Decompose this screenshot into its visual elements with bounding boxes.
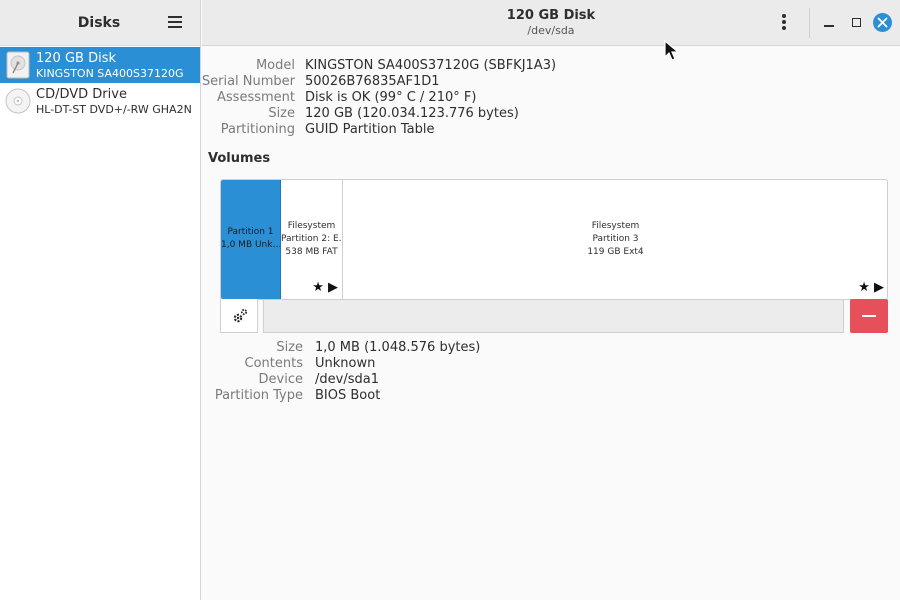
pinfo-row-contents: Contents Unknown <box>202 356 802 372</box>
drive-list: 120 GB Disk KINGSTON SA400S37120G CD/DVD… <box>0 47 200 119</box>
drive-item-cd-dvd-drive[interactable]: CD/DVD Drive HL-DT-ST DVD+/-RW GHA2N <box>0 83 200 119</box>
info-value: Disk is OK (99° C / 210° F) <box>305 90 477 105</box>
mount-status-icons: ★ ▶ <box>312 280 338 295</box>
sidebar-header: Disks <box>0 0 200 46</box>
partition-label: Partition 1 <box>227 227 274 237</box>
gears-icon <box>233 308 248 323</box>
info-row-serial: Serial Number 50026B76835AF1D1 <box>202 74 802 90</box>
partition-options-button[interactable] <box>220 299 258 333</box>
sidebar: Disks 120 GB Disk KINGSTON SA400S37120G … <box>0 0 201 600</box>
maximize-icon[interactable] <box>848 14 866 32</box>
info-value: 120 GB (120.034.123.776 bytes) <box>305 106 519 121</box>
partition-2-block[interactable]: Filesystem Partition 2: E… 538 MB FAT ★ … <box>281 180 343 299</box>
partition-detail: 1,0 MB Unk… <box>221 240 280 250</box>
toolbar-spacer <box>263 299 844 333</box>
more-options-icon[interactable] <box>777 12 791 34</box>
disk-info: Model KINGSTON SA400S37120G (SBFKJ1A3) S… <box>202 58 802 138</box>
mouse-pointer-icon <box>664 40 680 61</box>
pinfo-row-type: Partition Type BIOS Boot <box>202 388 802 404</box>
disk-subtitle: /dev/sda <box>527 24 575 37</box>
hamburger-menu-icon[interactable] <box>166 14 184 32</box>
close-icon[interactable] <box>873 13 892 32</box>
disk-title: 120 GB Disk <box>506 8 596 23</box>
info-label: Partition Type <box>214 388 303 403</box>
info-label: Size <box>276 340 303 355</box>
drive-name: 120 GB Disk <box>36 51 116 66</box>
partition-1-block[interactable]: Partition 1 1,0 MB Unk… <box>221 180 281 299</box>
partition-label: Filesystem <box>287 221 336 231</box>
mount-status-icons: ★ ▶ <box>858 280 884 295</box>
partition-size: 119 GB Ext4 <box>587 247 644 257</box>
info-label: Device <box>258 372 303 387</box>
header-separator <box>809 8 810 38</box>
info-value: KINGSTON SA400S37120G (SBFKJ1A3) <box>305 58 557 73</box>
info-label: Partitioning <box>220 122 295 137</box>
delete-partition-button[interactable] <box>850 299 888 333</box>
drive-model: HL-DT-ST DVD+/-RW GHA2N <box>36 103 192 116</box>
info-label: Model <box>255 58 295 73</box>
volume-map: Partition 1 1,0 MB Unk… Filesystem Parti… <box>220 179 888 300</box>
info-value: GUID Partition Table <box>305 122 435 137</box>
info-label: Serial Number <box>201 74 295 89</box>
partition-label: Filesystem <box>591 221 640 231</box>
info-value: 1,0 MB (1.048.576 bytes) <box>315 340 481 355</box>
drive-item-120gb-disk[interactable]: 120 GB Disk KINGSTON SA400S37120G <box>0 47 200 83</box>
drive-name: CD/DVD Drive <box>36 87 127 102</box>
partition-detail: Partition 3 <box>592 234 639 244</box>
optical-drive-icon <box>5 88 31 114</box>
info-row-model: Model KINGSTON SA400S37120G (SBFKJ1A3) <box>202 58 802 74</box>
partition-detail: Partition 2: E… <box>281 234 342 244</box>
info-row-partitioning: Partitioning GUID Partition Table <box>202 122 802 138</box>
info-row-size: Size 120 GB (120.034.123.776 bytes) <box>202 106 802 122</box>
info-row-assessment: Assessment Disk is OK (99° C / 210° F) <box>202 90 802 106</box>
info-label: Assessment <box>217 90 295 105</box>
hard-disk-icon <box>6 51 30 79</box>
header-bar: 120 GB Disk /dev/sda <box>202 0 900 46</box>
pinfo-row-device: Device /dev/sda1 <box>202 372 802 388</box>
drive-model: KINGSTON SA400S37120G <box>36 67 184 80</box>
partition-info: Size 1,0 MB (1.048.576 bytes) Contents U… <box>202 340 802 404</box>
minus-icon <box>862 315 876 317</box>
partition-size: 538 MB FAT <box>285 247 338 257</box>
info-value: BIOS Boot <box>315 388 381 403</box>
info-label: Contents <box>244 356 303 371</box>
minimize-icon[interactable] <box>820 14 838 32</box>
volumes-heading: Volumes <box>208 151 271 166</box>
info-value: Unknown <box>315 356 376 371</box>
info-label: Size <box>268 106 295 121</box>
info-value: /dev/sda1 <box>315 372 379 387</box>
info-value: 50026B76835AF1D1 <box>305 74 440 89</box>
pinfo-row-size: Size 1,0 MB (1.048.576 bytes) <box>202 340 802 356</box>
partition-3-block[interactable]: Filesystem Partition 3 119 GB Ext4 ★ ▶ <box>343 180 887 299</box>
